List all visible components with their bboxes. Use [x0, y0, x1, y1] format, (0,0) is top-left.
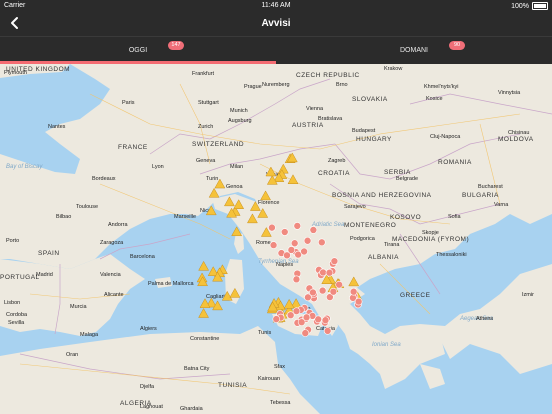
- warning-marker-icon[interactable]: [223, 196, 235, 207]
- danger-marker-icon[interactable]: [272, 315, 281, 323]
- battery-icon: [532, 2, 548, 10]
- danger-marker-icon[interactable]: [300, 247, 308, 256]
- danger-marker-icon[interactable]: [301, 329, 310, 337]
- danger-marker-icon[interactable]: [309, 226, 318, 234]
- danger-marker-icon[interactable]: [335, 280, 343, 289]
- tab-oggi-label: OGGI: [128, 47, 148, 54]
- danger-marker-icon[interactable]: [280, 228, 289, 236]
- danger-marker-icon[interactable]: [354, 297, 363, 306]
- day-tabs: OGGI 147 DOMANI 90: [0, 36, 552, 64]
- danger-marker-icon[interactable]: [309, 288, 317, 297]
- warning-marker-icon[interactable]: [348, 276, 360, 287]
- danger-marker-icon[interactable]: [317, 238, 326, 247]
- tab-domani-badge: 90: [449, 41, 465, 50]
- danger-marker-icon[interactable]: [268, 223, 276, 232]
- danger-marker-icon[interactable]: [321, 316, 330, 325]
- status-bar: Carrier 11:46 AM 100%: [0, 0, 552, 12]
- warning-marker-icon[interactable]: [233, 199, 245, 209]
- battery-percent: 100%: [511, 2, 529, 10]
- warning-marker-icon[interactable]: [205, 205, 217, 216]
- danger-marker-icon[interactable]: [290, 239, 299, 248]
- warning-marker-icon[interactable]: [265, 166, 277, 177]
- warning-marker-icon[interactable]: [283, 298, 295, 309]
- danger-marker-icon[interactable]: [292, 275, 301, 284]
- app-window: Carrier 11:46 AM 100% Avvisi OGGI 147 DO…: [0, 0, 552, 414]
- danger-marker-icon[interactable]: [297, 318, 306, 326]
- danger-marker-icon[interactable]: [329, 287, 338, 296]
- danger-marker-icon[interactable]: [269, 241, 278, 249]
- status-time: 11:46 AM: [261, 2, 291, 9]
- danger-marker-icon[interactable]: [323, 327, 332, 335]
- warning-marker-icon[interactable]: [214, 178, 226, 189]
- warning-marker-icon[interactable]: [287, 174, 299, 185]
- danger-marker-icon[interactable]: [319, 268, 327, 277]
- page-title: Avvisi: [261, 18, 291, 29]
- tab-oggi[interactable]: OGGI 147: [0, 37, 276, 64]
- danger-marker-icon[interactable]: [330, 257, 339, 265]
- navigation-bar: Avvisi: [0, 12, 552, 36]
- battery-status: 100%: [511, 2, 548, 10]
- warning-marker-icon[interactable]: [246, 213, 258, 224]
- warning-marker-icon[interactable]: [208, 187, 220, 198]
- warning-marker-icon[interactable]: [198, 308, 210, 318]
- alert-markers: [196, 152, 363, 337]
- tab-domani-label: DOMANI: [400, 47, 428, 54]
- tab-oggi-badge: 147: [168, 41, 184, 50]
- tab-domani[interactable]: DOMANI 90: [276, 37, 552, 64]
- danger-marker-icon[interactable]: [318, 286, 327, 295]
- danger-marker-icon[interactable]: [293, 222, 302, 230]
- danger-marker-icon[interactable]: [325, 268, 334, 277]
- warning-marker-icon[interactable]: [249, 201, 261, 211]
- danger-marker-icon[interactable]: [303, 236, 312, 245]
- danger-marker-icon[interactable]: [287, 246, 296, 254]
- warning-marker-icon[interactable]: [229, 287, 241, 298]
- alerts-map[interactable]: UNITED KINGDOM CZECH REPUBLIC SLOVAKIA A…: [0, 64, 552, 414]
- warning-marker-icon[interactable]: [231, 226, 243, 237]
- danger-marker-icon[interactable]: [286, 311, 295, 319]
- danger-marker-icon[interactable]: [349, 287, 358, 296]
- warning-marker-icon[interactable]: [260, 190, 271, 201]
- warning-marker-icon[interactable]: [198, 260, 210, 271]
